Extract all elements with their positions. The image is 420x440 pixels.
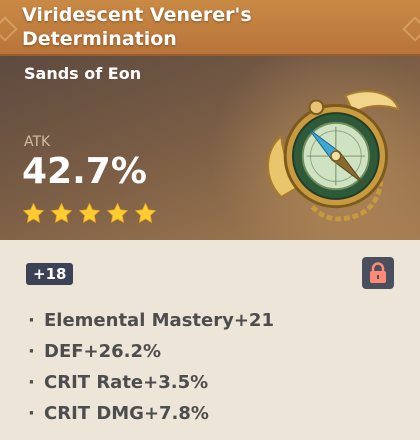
star-icon [78, 202, 101, 224]
star-icon [134, 202, 157, 224]
star-icon [50, 202, 73, 224]
level-badge: +18 [26, 263, 74, 285]
sub-stat: · Elemental Mastery+21 [28, 310, 274, 331]
artifact-card: Viridescent Venerer's Determination Sand… [0, 0, 420, 440]
lock-icon [370, 262, 386, 283]
sub-stat-text: CRIT Rate+3.5% [44, 372, 209, 393]
title-bar: Viridescent Venerer's Determination [0, 0, 420, 56]
artifact-slot: Sands of Eon [24, 64, 142, 83]
sub-stat-text: Elemental Mastery+21 [44, 310, 274, 331]
compass-icon [267, 90, 400, 222]
artifact-name: Viridescent Venerer's Determination [22, 4, 252, 50]
sub-stat: · CRIT Rate+3.5% [28, 372, 209, 393]
main-stat-label: ATK [24, 134, 51, 150]
artifact-details: +18 · Elemental Mastery+21 · DEF+26.2% · CR… [0, 240, 420, 440]
sub-stat-text: CRIT DMG+7.8% [44, 403, 209, 424]
sub-stat-text: DEF+26.2% [44, 341, 162, 362]
star-icon [106, 202, 129, 224]
sub-stat: · DEF+26.2% [28, 341, 162, 362]
star-icon [22, 202, 45, 224]
rarity-stars [22, 202, 157, 225]
artifact-header: Sands of Eon ATK 42.7% [0, 56, 420, 240]
lock-button[interactable] [362, 257, 394, 289]
sub-stats-list: · Elemental Mastery+21 · DEF+26.2% · CRIT R… [28, 305, 408, 429]
main-stat-value: 42.7% [22, 151, 147, 192]
sub-stat: · CRIT DMG+7.8% [28, 403, 209, 424]
